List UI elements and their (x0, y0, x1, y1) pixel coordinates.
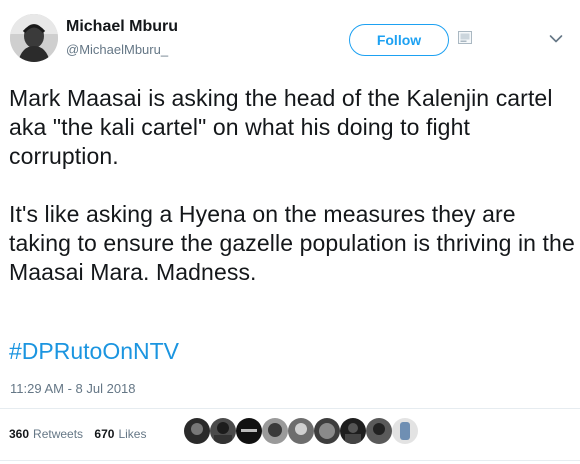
photo-card-icon (458, 31, 472, 44)
liker-avatar[interactable] (366, 418, 392, 444)
display-name[interactable]: Michael Mburu (66, 18, 178, 36)
user-handle[interactable]: @MichaelMburu_ (66, 42, 168, 57)
liker-avatar[interactable] (392, 418, 418, 444)
divider (0, 408, 580, 409)
tweet-stats: 360 Retweets 670 Likes (9, 427, 154, 441)
hashtag-link[interactable]: #DPRutoOnNTV (9, 338, 179, 365)
retweets-count: 360 (9, 427, 30, 441)
tweet-timestamp[interactable]: 11:29 AM - 8 Jul 2018 (10, 381, 136, 396)
likes-label: Likes (118, 427, 147, 441)
chevron-down-icon[interactable] (549, 34, 563, 44)
likes-stat[interactable]: 670 Likes (94, 427, 146, 441)
tweet-paragraph: Mark Maasai is asking the head of the Ka… (9, 85, 553, 169)
likes-count: 670 (94, 427, 115, 441)
follow-button[interactable]: Follow (349, 24, 449, 56)
tweet-paragraph: It's like asking a Hyena on the measures… (9, 201, 575, 285)
tweet-text: Mark Maasai is asking the head of the Ka… (9, 84, 575, 316)
liker-avatar[interactable] (262, 418, 288, 444)
liker-avatar[interactable] (314, 418, 340, 444)
avatar[interactable] (10, 14, 58, 62)
liker-avatar[interactable] (210, 418, 236, 444)
retweets-label: Retweets (33, 427, 84, 441)
divider (0, 460, 580, 461)
liked-by-avatars (184, 418, 444, 448)
liker-avatar[interactable] (236, 418, 262, 444)
liker-avatar[interactable] (184, 418, 210, 444)
liker-avatar[interactable] (288, 418, 314, 444)
tweet-header: Michael Mburu @MichaelMburu_ Follow (0, 0, 580, 80)
retweets-stat[interactable]: 360 Retweets (9, 427, 83, 441)
liker-avatar[interactable] (340, 418, 366, 444)
